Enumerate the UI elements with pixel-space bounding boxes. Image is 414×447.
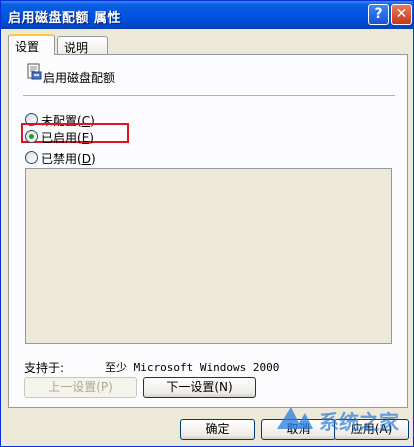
tab-settings[interactable]: 设置 (8, 34, 55, 55)
supported-value: 至少 Microsoft Windows 2000 (105, 361, 280, 374)
ok-button[interactable]: 确定 (180, 419, 255, 440)
separator (23, 95, 395, 96)
tab-explain[interactable]: 说明 (57, 36, 108, 55)
watermark-logo: 系统之家 (277, 407, 400, 434)
window-title: 启用磁盘配额 属性 (8, 11, 122, 26)
help-button[interactable]: ? (368, 4, 389, 25)
hotkey: E (81, 131, 90, 145)
policy-icon (27, 63, 42, 80)
settings-panel: 启用磁盘配额 未配置(C) 已启用(E) 已禁用(D) 支持于: 至少 Micr… (8, 54, 408, 408)
policy-name: 启用磁盘配额 (43, 71, 116, 85)
title-bar[interactable]: 启用磁盘配额 属性 ? ✕ (1, 1, 413, 29)
svg-text:系统之家: 系统之家 (319, 410, 400, 434)
radio-label: 已禁用 (41, 152, 78, 166)
next-setting-button[interactable]: 下一设置(N) (143, 377, 256, 398)
close-button[interactable]: ✕ (391, 4, 412, 25)
radio-label: 已启用 (41, 131, 78, 145)
properties-dialog: 启用磁盘配额 属性 ? ✕ 设置 说明 启用磁盘配额 未配置(C) 已启用(E)… (0, 0, 414, 447)
radio-button[interactable] (25, 151, 38, 164)
radio-button-checked[interactable] (25, 130, 38, 143)
previous-setting-button[interactable]: 上一设置(P) (24, 377, 137, 398)
supported-label: 支持于: (24, 361, 65, 375)
hotkey: D (81, 152, 91, 166)
settings-area (25, 168, 392, 344)
